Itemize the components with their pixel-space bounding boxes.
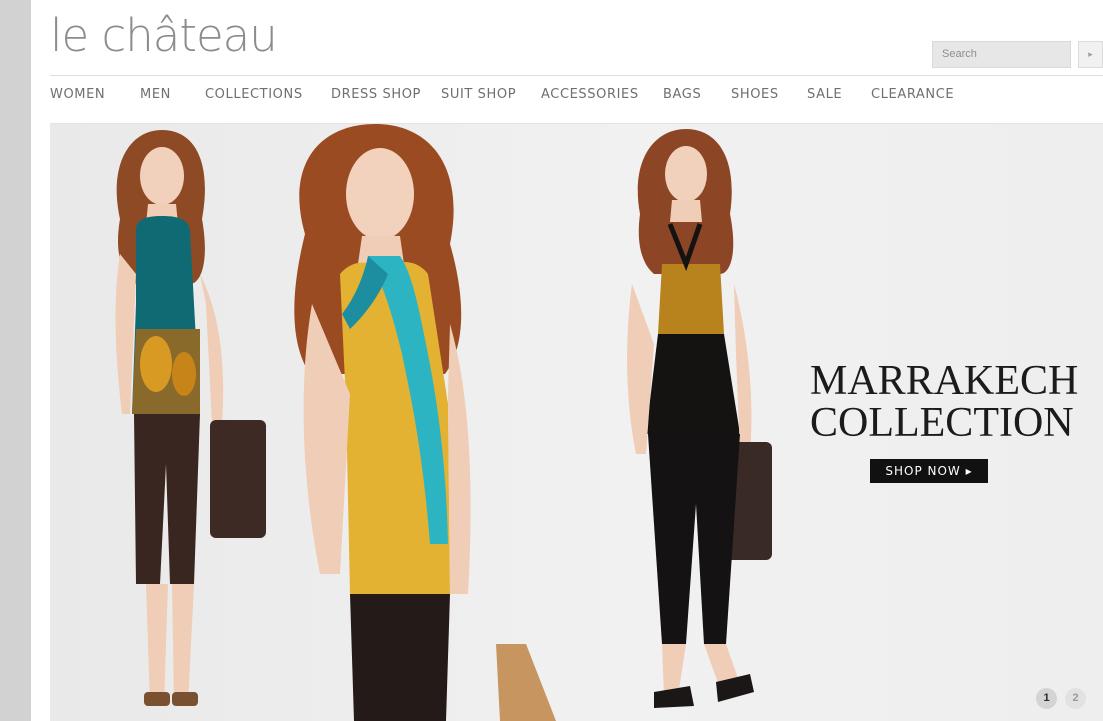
brand-logo[interactable]: le château <box>50 6 278 66</box>
nav-item-suit-shop[interactable]: SUIT SHOP <box>441 87 516 102</box>
carousel-page-1-button[interactable]: 1 <box>1036 688 1057 709</box>
nav-item-sale[interactable]: SALE <box>807 87 842 102</box>
nav-item-shoes[interactable]: SHOES <box>731 87 779 102</box>
arrow-right-icon: ▸ <box>1088 49 1093 59</box>
model-center-figure <box>294 124 556 721</box>
nav-item-collections[interactable]: COLLECTIONS <box>205 87 303 102</box>
shop-now-button[interactable]: SHOP NOW ▸ <box>870 459 988 483</box>
model-right-figure <box>627 129 772 708</box>
carousel-page-2-button[interactable]: 2 <box>1065 688 1086 709</box>
hero-banner[interactable]: MARRAKECH COLLECTION SHOP NOW ▸ 1 2 <box>50 124 1103 721</box>
nav-item-clearance[interactable]: CLEARANCE <box>871 87 954 102</box>
nav-item-women[interactable]: WOMEN <box>50 87 105 102</box>
nav-item-accessories[interactable]: ACCESSORIES <box>541 87 639 102</box>
promo-headline-line1: MARRAKECH <box>810 358 1079 404</box>
nav-item-bags[interactable]: BAGS <box>663 87 701 102</box>
nav-item-men[interactable]: MEN <box>140 87 171 102</box>
nav-item-dress-shop[interactable]: DRESS SHOP <box>331 87 421 102</box>
search-submit-button[interactable]: ▸ <box>1078 41 1103 68</box>
model-left-figure <box>115 130 266 706</box>
promo-headline: MARRAKECH COLLECTION <box>810 358 1079 446</box>
search-input[interactable]: Search <box>932 41 1071 68</box>
promo-headline-line2: COLLECTION <box>810 400 1074 446</box>
page-left-border <box>0 0 31 721</box>
header-divider <box>50 75 1103 76</box>
